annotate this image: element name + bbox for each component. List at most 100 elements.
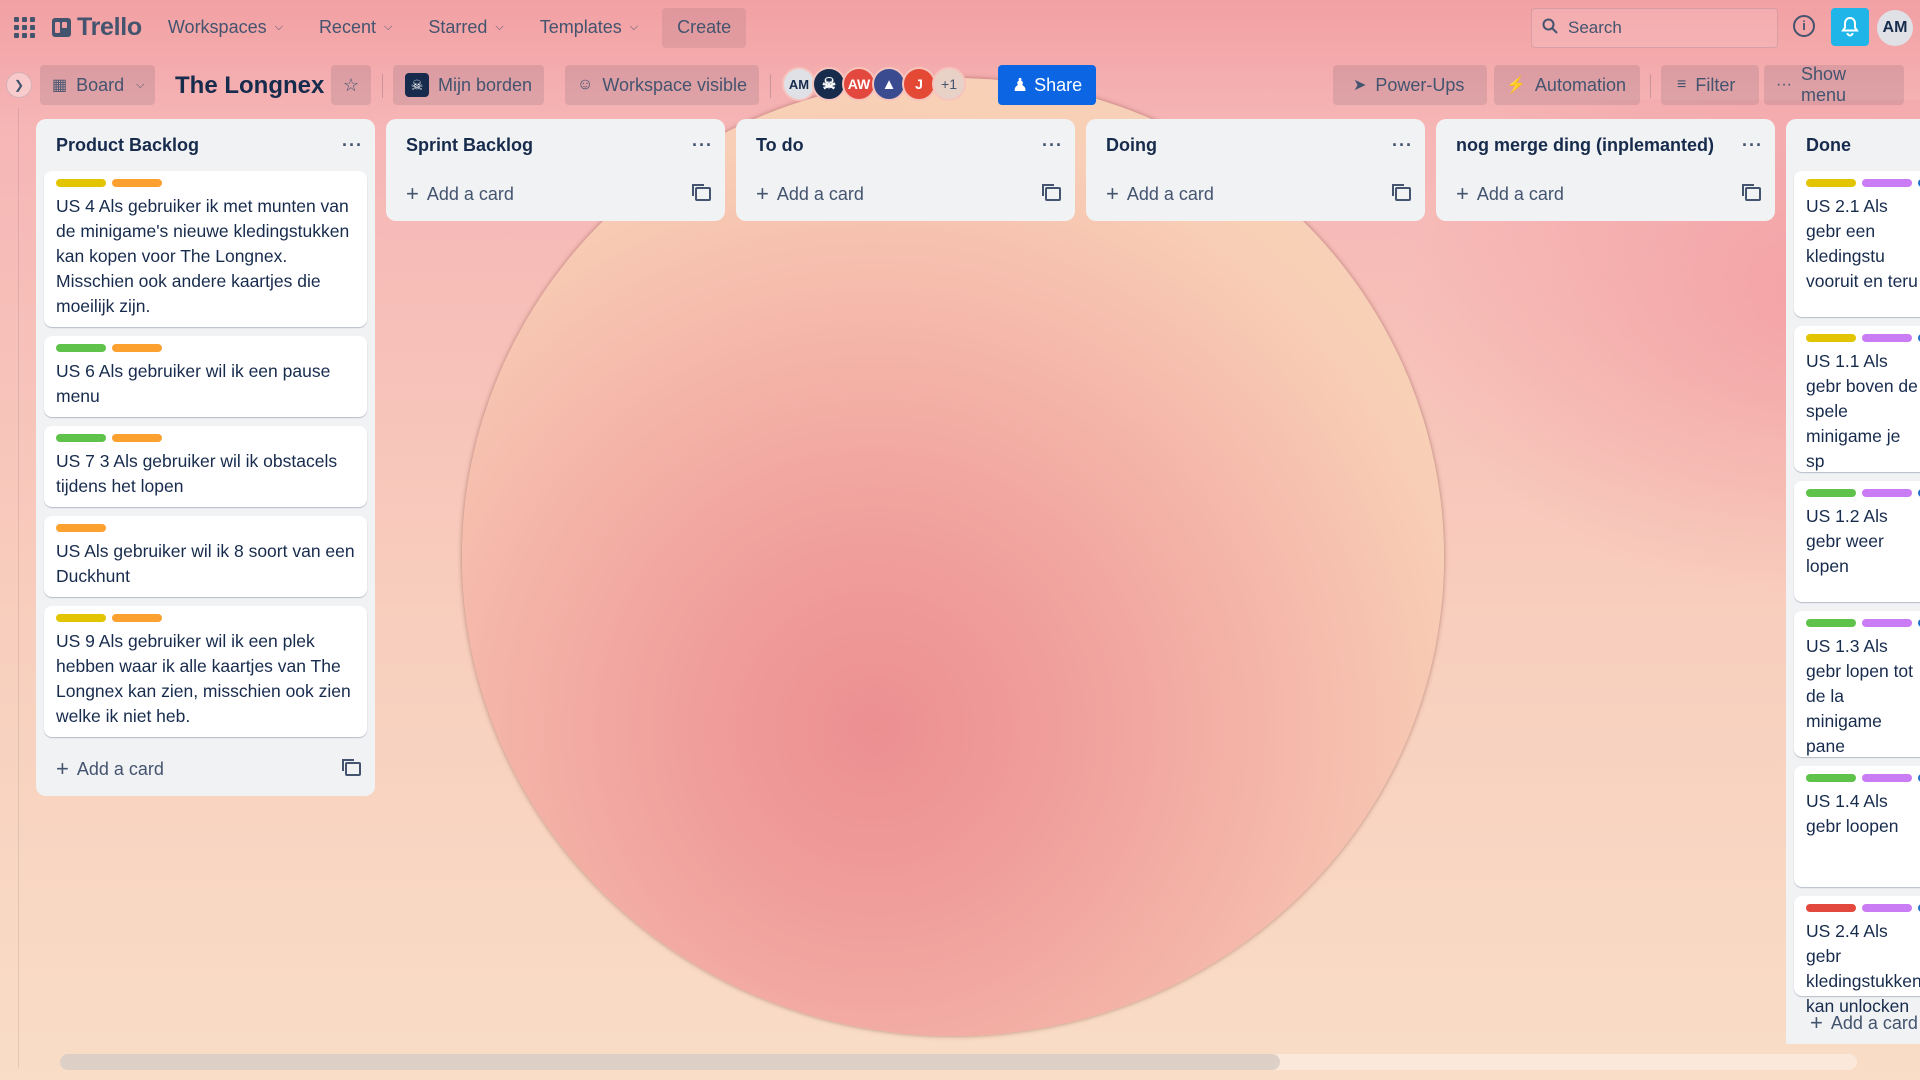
label-purple[interactable] <box>1862 179 1912 187</box>
app-switcher-icon[interactable] <box>14 17 36 39</box>
list-title[interactable]: nog merge ding (inplemanted) <box>1456 135 1714 156</box>
label-green[interactable] <box>56 344 106 352</box>
label-green[interactable] <box>1806 619 1856 627</box>
member-avatar[interactable]: AW <box>842 67 876 101</box>
label-purple[interactable] <box>1862 774 1912 782</box>
card[interactable]: US 1.4 Als gebr loopen <box>1794 766 1920 887</box>
label-green[interactable] <box>1806 774 1856 782</box>
list-title[interactable]: Doing <box>1106 135 1157 156</box>
label-green[interactable] <box>1806 489 1856 497</box>
label-green[interactable] <box>56 434 106 442</box>
list-actions-icon[interactable]: ··· <box>1392 135 1413 156</box>
label-orange[interactable] <box>112 434 162 442</box>
card[interactable]: US 9 Als gebruiker wil ik een plek hebbe… <box>44 606 367 737</box>
list-title[interactable]: Done <box>1806 135 1851 156</box>
add-card-button[interactable]: + Add a card <box>1106 181 1214 207</box>
expand-sidebar-chevron-icon[interactable]: ❯ <box>6 72 32 98</box>
card-labels <box>1806 179 1920 187</box>
card[interactable]: US 7 3 Als gebruiker wil ik obstacels ti… <box>44 426 367 507</box>
search-placeholder: Search <box>1568 18 1622 37</box>
workspace-skull-icon: ☠ <box>405 73 429 97</box>
card-template-icon[interactable] <box>1042 184 1061 201</box>
card-title: US 1.4 Als gebr loopen <box>1806 791 1899 836</box>
list-doing: Doing ··· + Add a card <box>1086 119 1425 221</box>
list-header: Done ··· <box>1786 119 1920 171</box>
card-template-icon[interactable] <box>1742 184 1761 201</box>
sidebar-edge <box>18 108 19 1068</box>
board-view-switcher[interactable]: ▦ Board ⌵ <box>40 65 155 105</box>
star-board-icon[interactable]: ☆ <box>331 65 371 105</box>
card-template-icon[interactable] <box>692 184 711 201</box>
member-avatar[interactable]: AM <box>782 67 816 101</box>
card-title: US 7 3 Als gebruiker wil ik obstacels ti… <box>56 451 338 496</box>
label-yellow[interactable] <box>56 614 106 622</box>
skull-avatar-icon[interactable]: ☠ <box>812 67 846 101</box>
scrollbar-thumb[interactable] <box>60 1054 1280 1070</box>
nav-starred[interactable]: Starred ⌵ <box>414 8 517 48</box>
chevron-down-icon: ⌵ <box>383 21 393 33</box>
label-orange[interactable] <box>112 614 162 622</box>
power-ups-button[interactable]: ➤ Power-Ups <box>1333 65 1487 105</box>
member-avatar[interactable]: J <box>902 67 936 101</box>
plus-icon: + <box>1810 1010 1823 1035</box>
add-card-button[interactable]: + Add a card <box>406 181 514 207</box>
share-button[interactable]: ♟ Share <box>998 65 1097 105</box>
list-title[interactable]: Sprint Backlog <box>406 135 533 156</box>
label-purple[interactable] <box>1862 904 1912 912</box>
label-yellow[interactable] <box>56 179 106 187</box>
label-yellow[interactable] <box>1806 334 1856 342</box>
nav-templates[interactable]: Templates ⌵ <box>526 8 652 48</box>
notifications-bell-icon[interactable] <box>1831 8 1869 46</box>
card[interactable]: US 2.4 Als gebr kledingstukken kan unloc… <box>1794 896 1920 1016</box>
card[interactable]: US 1.2 Als gebr weer lopen <box>1794 481 1920 602</box>
label-yellow[interactable] <box>1806 179 1856 187</box>
label-orange[interactable] <box>112 344 162 352</box>
create-button[interactable]: Create <box>662 7 747 48</box>
add-card-button[interactable]: + Add a card <box>1810 1010 1918 1036</box>
add-card-button[interactable]: + Add a card <box>756 181 864 207</box>
list-actions-icon[interactable]: ··· <box>1042 135 1063 156</box>
board-title[interactable]: The Longnex <box>175 72 324 100</box>
triangle-avatar-icon[interactable]: ▲ <box>872 67 906 101</box>
board-members: AM ☠ AW ▲ J +1 <box>782 67 966 101</box>
card-template-icon[interactable] <box>1392 184 1411 201</box>
more-members-badge[interactable]: +1 <box>932 67 966 101</box>
list-actions-icon[interactable]: ··· <box>692 135 713 156</box>
trello-logo[interactable]: Trello <box>52 13 142 42</box>
filter-button[interactable]: ≡ Filter <box>1661 65 1759 105</box>
show-menu-button[interactable]: ··· Show menu <box>1764 64 1904 105</box>
add-card-button[interactable]: + Add a card <box>1456 181 1564 207</box>
nav-recent[interactable]: Recent ⌵ <box>305 8 406 48</box>
list-title[interactable]: Product Backlog <box>56 135 199 156</box>
card-template-icon[interactable] <box>342 759 361 776</box>
list-title[interactable]: To do <box>756 135 804 156</box>
visibility-button[interactable]: ☺ Workspace visible <box>565 65 760 105</box>
card[interactable]: US 4 Als gebruiker ik met munten van de … <box>44 171 367 327</box>
automation-button[interactable]: ⚡ Automation <box>1494 65 1640 105</box>
card-title: US 1.1 Als gebr boven de spele minigame … <box>1806 351 1918 471</box>
list-actions-icon[interactable]: ··· <box>342 135 363 156</box>
board-horizontal-scrollbar[interactable] <box>60 1054 1857 1070</box>
label-red[interactable] <box>1806 904 1856 912</box>
label-purple[interactable] <box>1862 489 1912 497</box>
card[interactable]: US Als gebruiker wil ik 8 soort van een … <box>44 516 367 597</box>
label-purple[interactable] <box>1862 619 1912 627</box>
add-card-button[interactable]: + Add a card <box>56 756 164 782</box>
list-header: To do ··· <box>736 119 1075 171</box>
label-purple[interactable] <box>1862 334 1912 342</box>
workspace-button[interactable]: ☠ Mijn borden <box>393 65 545 105</box>
nav-workspaces[interactable]: Workspaces ⌵ <box>154 8 297 48</box>
label-orange[interactable] <box>112 179 162 187</box>
information-icon[interactable]: i <box>1793 15 1815 37</box>
card[interactable]: US 1.1 Als gebr boven de spele minigame … <box>1794 326 1920 472</box>
search-input[interactable]: Search <box>1531 8 1778 48</box>
account-avatar[interactable]: AM <box>1877 10 1913 46</box>
list-actions-icon[interactable]: ··· <box>1742 135 1763 156</box>
card[interactable]: US 6 Als gebruiker wil ik een pause menu <box>44 336 367 417</box>
background-sphere <box>462 78 1444 1036</box>
label-orange[interactable] <box>56 524 106 532</box>
card[interactable]: US 2.1 Als gebr een kledingstu vooruit e… <box>1794 171 1920 317</box>
card[interactable]: US 1.3 Als gebr lopen tot de la minigame… <box>1794 611 1920 757</box>
chevron-down-icon: ⌵ <box>136 78 145 91</box>
board-view-icon: ▦ <box>52 77 68 94</box>
